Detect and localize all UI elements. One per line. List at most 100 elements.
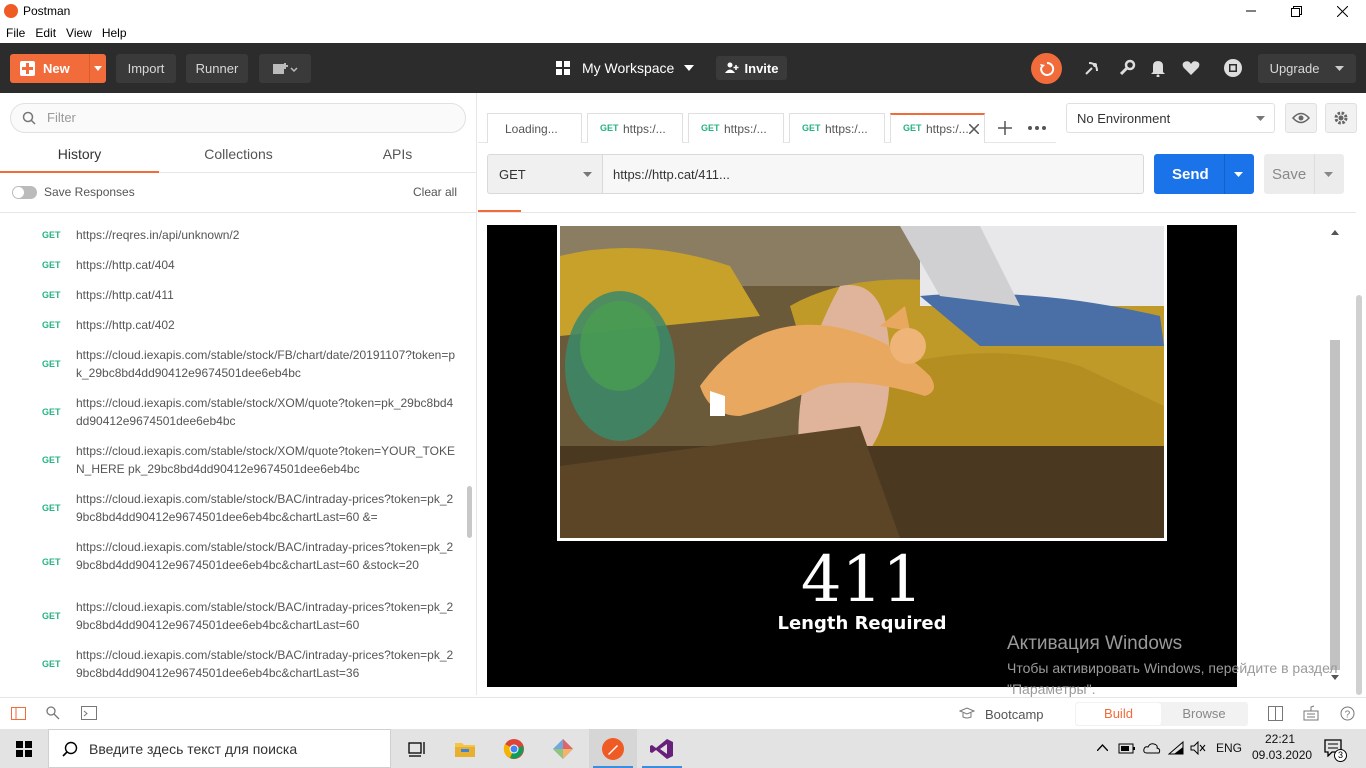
chevron-down-icon — [1335, 66, 1345, 71]
status-bar: Bootcamp Build Browse ? — [0, 697, 1366, 729]
new-button[interactable]: New — [10, 54, 106, 83]
method-select[interactable]: GET — [487, 154, 603, 194]
close-window-button[interactable] — [1319, 0, 1365, 22]
method-badge: GET — [42, 260, 61, 270]
menu-help[interactable]: Help — [102, 26, 127, 40]
url-input[interactable]: https://http.cat/411... — [602, 154, 1144, 194]
save-button[interactable]: Save — [1264, 154, 1344, 194]
main-scrollbar[interactable] — [1356, 295, 1362, 695]
cloud-icon[interactable] — [1143, 742, 1161, 754]
build-mode-button[interactable]: Build — [1076, 703, 1161, 725]
history-item[interactable]: GET https://http.cat/402 — [0, 315, 466, 339]
clock[interactable]: 22:21 09.03.2020 — [1252, 732, 1312, 762]
more-tabs-button[interactable] — [1028, 126, 1046, 130]
tab-history[interactable]: History — [0, 141, 159, 173]
upgrade-label: Upgrade — [1269, 61, 1320, 76]
menu-edit[interactable]: Edit — [35, 26, 56, 40]
request-tab-label: Loading... — [505, 122, 558, 136]
invite-button[interactable]: Invite — [716, 56, 787, 80]
menu-view[interactable]: View — [66, 26, 92, 40]
sidebar-scrollbar[interactable] — [467, 486, 472, 538]
restore-button[interactable] — [1273, 0, 1319, 22]
action-center-button[interactable]: 3 — [1324, 739, 1347, 762]
filter-input[interactable] — [47, 110, 447, 125]
show-hidden-icons-icon[interactable] — [1097, 744, 1108, 751]
taskbar-chrome[interactable] — [490, 729, 538, 768]
build-browse-toggle: Build Browse — [1075, 702, 1248, 726]
runner-button[interactable]: Runner — [186, 54, 248, 83]
history-item[interactable]: GET https://cloud.iexapis.com/stable/sto… — [0, 645, 466, 685]
minimize-button[interactable] — [1228, 0, 1274, 22]
task-view-button[interactable] — [392, 729, 440, 768]
request-tab[interactable]: Loading... — [487, 113, 582, 143]
new-window-button[interactable] — [259, 54, 311, 83]
workspace-selector[interactable]: My Workspace — [556, 56, 695, 80]
interceptor-button[interactable] — [1222, 57, 1244, 79]
scroll-thumb[interactable] — [1330, 340, 1340, 670]
url-text: https://http.cat/411... — [613, 167, 730, 182]
method-badge: GET — [701, 123, 720, 133]
manage-environments-button[interactable] — [1325, 103, 1357, 133]
clear-all-button[interactable]: Clear all — [413, 185, 457, 199]
environment-quick-look-button[interactable] — [1285, 103, 1317, 133]
history-item[interactable]: GET https://cloud.iexapis.com/stable/sto… — [0, 393, 466, 433]
bootcamp-button[interactable]: Bootcamp — [985, 707, 1044, 722]
battery-icon[interactable] — [1118, 741, 1136, 755]
new-tab-button[interactable] — [998, 121, 1012, 135]
send-button[interactable]: Send — [1154, 154, 1254, 194]
import-button[interactable]: Import — [116, 54, 176, 83]
upgrade-button[interactable]: Upgrade — [1258, 54, 1356, 83]
taskbar-visual-studio[interactable] — [638, 729, 686, 768]
start-button[interactable] — [0, 729, 48, 768]
taskbar-sourcetree[interactable] — [539, 729, 587, 768]
history-item[interactable]: GET https://cloud.iexapis.com/stable/sto… — [0, 489, 466, 529]
taskbar-search-box[interactable]: Введите здесь текст для поиска — [48, 729, 391, 768]
history-item[interactable]: GET https://cloud.iexapis.com/stable/sto… — [0, 441, 466, 481]
taskbar-file-explorer[interactable] — [441, 729, 489, 768]
request-tab[interactable]: GET https:/... — [789, 113, 885, 143]
volume-muted-icon[interactable] — [1190, 741, 1206, 755]
chevron-down-icon[interactable] — [1324, 172, 1333, 177]
chevron-down-icon[interactable] — [1234, 172, 1243, 177]
sync-button[interactable] — [1031, 53, 1062, 84]
history-item[interactable]: GET https://cloud.iexapis.com/stable/sto… — [0, 345, 466, 385]
history-item[interactable]: GET https://http.cat/404 — [0, 255, 466, 279]
request-tab-active[interactable]: GET https:/... — [890, 113, 985, 143]
keyboard-shortcuts-icon[interactable] — [1303, 705, 1319, 721]
help-icon[interactable]: ? — [1340, 706, 1355, 721]
settings-button[interactable] — [1116, 57, 1138, 79]
heart-button[interactable] — [1180, 57, 1202, 79]
method-badge: GET — [42, 320, 61, 330]
save-responses-toggle[interactable] — [12, 186, 37, 199]
history-item[interactable]: GET https://http.cat/411 — [0, 285, 466, 309]
windows-taskbar: Введите здесь текст для поиска ENG 22:21… — [0, 729, 1366, 768]
find-icon[interactable] — [46, 706, 60, 720]
filter-box — [10, 103, 466, 133]
browse-mode-button[interactable]: Browse — [1161, 703, 1247, 725]
close-tab-icon[interactable] — [969, 124, 979, 134]
taskbar-postman[interactable] — [589, 729, 637, 768]
wifi-icon[interactable] — [1168, 741, 1184, 755]
two-pane-view-icon[interactable] — [1268, 706, 1283, 721]
tab-apis[interactable]: APIs — [318, 141, 477, 173]
notifications-button[interactable] — [1147, 57, 1169, 79]
activation-watermark-text: Чтобы активировать Windows, перейдите в … — [1007, 660, 1338, 697]
history-url: https://cloud.iexapis.com/stable/stock/B… — [76, 600, 454, 632]
history-url: https://cloud.iexapis.com/stable/stock/X… — [76, 444, 455, 476]
menu-file[interactable]: File — [6, 26, 25, 40]
sidebar-toggle-icon[interactable] — [11, 707, 26, 720]
request-tab[interactable]: GET https:/... — [587, 113, 683, 143]
satellite-button[interactable] — [1081, 57, 1103, 79]
response-scrollbar[interactable] — [1328, 225, 1342, 687]
history-item[interactable]: GET https://cloud.iexapis.com/stable/sto… — [0, 537, 466, 593]
tab-collections[interactable]: Collections — [159, 141, 318, 173]
history-url: https://cloud.iexapis.com/stable/stock/B… — [76, 492, 454, 524]
request-tab[interactable]: GET https:/... — [688, 113, 784, 143]
history-item[interactable]: GET https://reqres.in/api/unknown/2 — [0, 225, 466, 249]
history-item[interactable]: GET https://cloud.iexapis.com/stable/sto… — [0, 597, 466, 637]
language-indicator[interactable]: ENG — [1216, 741, 1242, 755]
restore-icon — [1290, 5, 1302, 17]
chevron-down-icon[interactable] — [94, 66, 102, 71]
console-icon[interactable] — [81, 706, 97, 720]
environment-select[interactable]: No Environment — [1066, 103, 1275, 133]
